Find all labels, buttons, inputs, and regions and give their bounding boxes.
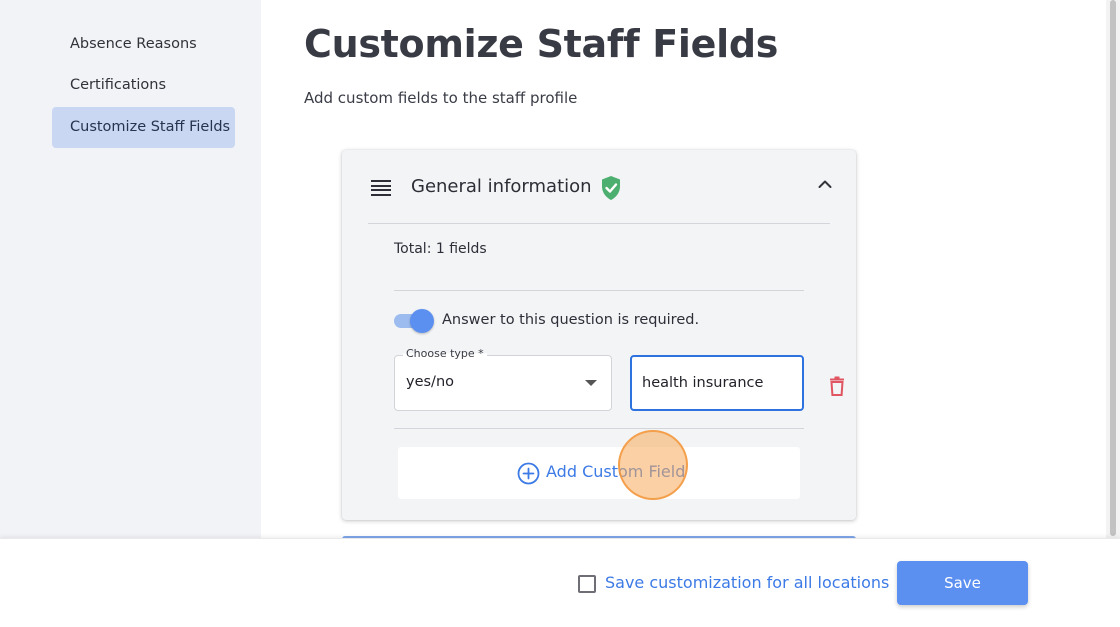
card-title: General information xyxy=(411,176,592,197)
add-custom-field-button[interactable]: Add Custom Field xyxy=(398,447,800,499)
general-information-card: General information Total: 1 fields Answ… xyxy=(342,150,856,520)
field-type-select[interactable]: Choose type * yes/no xyxy=(394,347,612,411)
drag-handle-icon[interactable] xyxy=(371,180,391,196)
page-title: Customize Staff Fields xyxy=(304,22,779,66)
sidebar: Absence Reasons Certifications Customize… xyxy=(0,0,261,538)
save-button[interactable]: Save xyxy=(897,561,1028,605)
sidebar-item-absence-reasons[interactable]: Absence Reasons xyxy=(52,24,235,65)
required-toggle[interactable] xyxy=(394,309,434,333)
field-divider xyxy=(394,428,804,429)
scrollbar[interactable] xyxy=(1106,0,1120,538)
scrollbar-thumb[interactable] xyxy=(1110,0,1116,536)
sidebar-item-customize-staff-fields[interactable]: Customize Staff Fields xyxy=(52,107,235,148)
trash-icon[interactable] xyxy=(829,376,845,396)
field-type-label: Choose type * xyxy=(403,347,487,360)
chevron-up-icon[interactable] xyxy=(817,178,833,190)
header-divider xyxy=(368,223,830,224)
sidebar-item-certifications[interactable]: Certifications xyxy=(52,65,235,106)
save-all-locations-label[interactable]: Save customization for all locations xyxy=(605,573,889,592)
shield-check-icon xyxy=(602,176,620,200)
required-toggle-label: Answer to this question is required. xyxy=(442,312,700,328)
add-custom-field-label: Add Custom Field xyxy=(546,462,686,481)
field-total: Total: 1 fields xyxy=(394,241,487,257)
plus-circle-icon xyxy=(517,462,540,485)
footer-bar: Save customization for all locations Sav… xyxy=(0,538,1120,627)
field-type-value: yes/no xyxy=(406,374,455,390)
total-divider xyxy=(394,290,804,291)
caret-down-icon xyxy=(585,380,597,386)
page-subtitle: Add custom fields to the staff profile xyxy=(304,89,578,107)
save-all-locations-checkbox[interactable] xyxy=(578,575,596,593)
field-name-input[interactable] xyxy=(630,355,804,411)
